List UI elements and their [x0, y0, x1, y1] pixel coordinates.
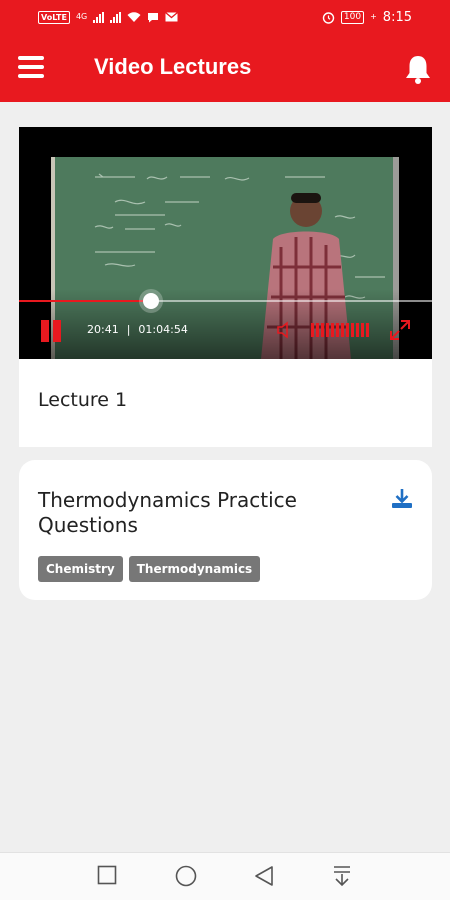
practice-title: Thermodynamics Practice Questions	[38, 488, 297, 537]
tag-list: Chemistry Thermodynamics	[38, 556, 261, 582]
volume-icon[interactable]	[276, 321, 296, 339]
bell-icon[interactable]	[404, 54, 432, 84]
system-nav-bar	[0, 852, 450, 900]
signal-icon	[93, 11, 105, 23]
duration: 01:04:54	[138, 323, 188, 336]
seek-thumb[interactable]	[142, 293, 159, 309]
video-player[interactable]: 20:41 | 01:04:54	[19, 127, 432, 359]
battery-icon: 100	[340, 10, 365, 24]
video-card: 20:41 | 01:04:54 Lecture 1	[19, 127, 432, 447]
volte-indicator: VoLTE	[38, 10, 70, 24]
hamburger-menu-icon[interactable]	[18, 56, 44, 78]
charging-icon: +	[370, 12, 377, 21]
status-time: 8:15	[382, 9, 412, 25]
status-right: 100 + 8:15	[322, 10, 412, 25]
status-left: VoLTE 4G	[38, 10, 179, 24]
home-icon[interactable]	[175, 865, 197, 887]
practice-card[interactable]: Thermodynamics Practice Questions Chemis…	[19, 460, 432, 600]
wifi-icon	[127, 11, 141, 22]
signal-icon-2	[110, 11, 122, 23]
alarm-icon	[322, 11, 335, 24]
mail-icon	[165, 12, 179, 22]
download-icon[interactable]	[390, 488, 414, 510]
seek-bar-played	[19, 300, 151, 302]
time-display: 20:41 | 01:04:54	[87, 323, 188, 336]
tag-thermodynamics: Thermodynamics	[128, 556, 261, 582]
back-icon[interactable]	[254, 865, 274, 887]
tag-chemistry: Chemistry	[38, 556, 123, 582]
lecture-title: Lecture 1	[38, 389, 128, 411]
notification-pull-icon[interactable]	[332, 865, 352, 887]
fullscreen-icon[interactable]	[389, 319, 411, 341]
seek-bar[interactable]	[19, 300, 432, 302]
page-title: Video Lectures	[94, 54, 252, 79]
status-bar: VoLTE 4G 100 + 8:15	[0, 0, 450, 34]
recent-apps-icon[interactable]	[97, 865, 117, 885]
network-type: 4G	[75, 12, 88, 21]
app-bar: Video Lectures	[0, 34, 450, 102]
volume-slider[interactable]	[311, 323, 369, 337]
chat-icon	[148, 12, 159, 22]
pause-icon[interactable]	[41, 320, 63, 342]
current-time: 20:41	[87, 323, 119, 336]
time-separator: |	[126, 323, 131, 336]
